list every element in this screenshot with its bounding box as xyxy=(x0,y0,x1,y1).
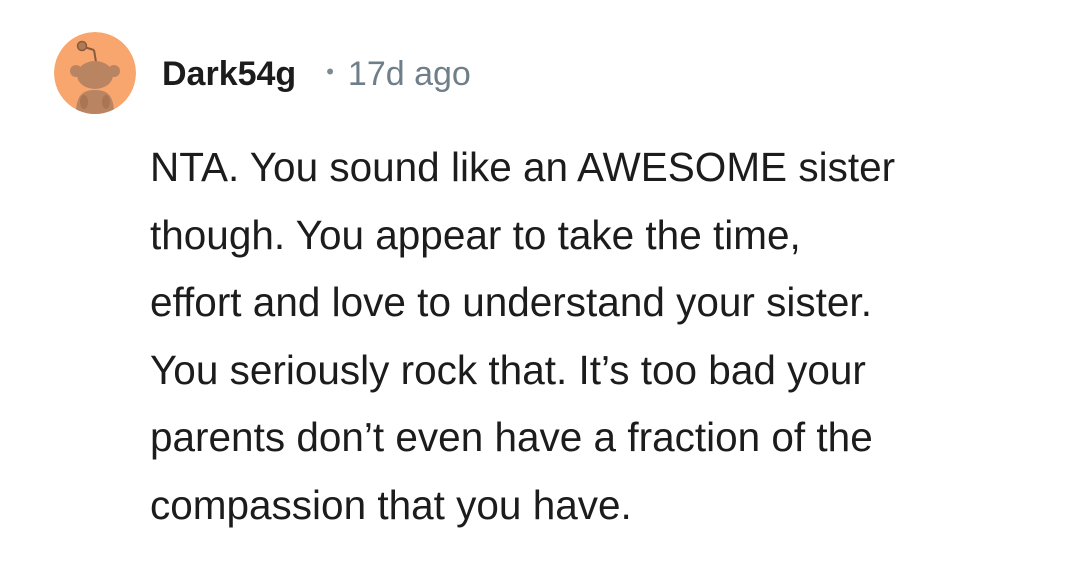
avatar[interactable] xyxy=(54,32,136,114)
comment-body-line: NTA. You sound like an AWESOME sister xyxy=(150,144,896,190)
comment-header: Dark54g • 17d ago xyxy=(162,52,471,96)
timestamp: 17d ago xyxy=(347,54,471,93)
separator-dot: • xyxy=(326,59,334,84)
comment-body-line: parents don’t even have a fraction of th… xyxy=(150,414,873,460)
comment-body-line: effort and love to understand your siste… xyxy=(150,279,872,325)
comment-body-line: compassion that you have. xyxy=(150,481,632,528)
comment: Dark54g • 17d ago NTA. You sound like an… xyxy=(0,0,1080,566)
comment-body-line: You seriously rock that. It’s too bad yo… xyxy=(150,346,866,393)
snoo-avatar-icon xyxy=(54,32,136,114)
comment-body-line: though. You appear to take the time, xyxy=(150,211,801,258)
comment-body: NTA. You sound like an AWESOME sister th… xyxy=(150,134,1050,539)
username-link[interactable]: Dark54g xyxy=(162,55,296,94)
